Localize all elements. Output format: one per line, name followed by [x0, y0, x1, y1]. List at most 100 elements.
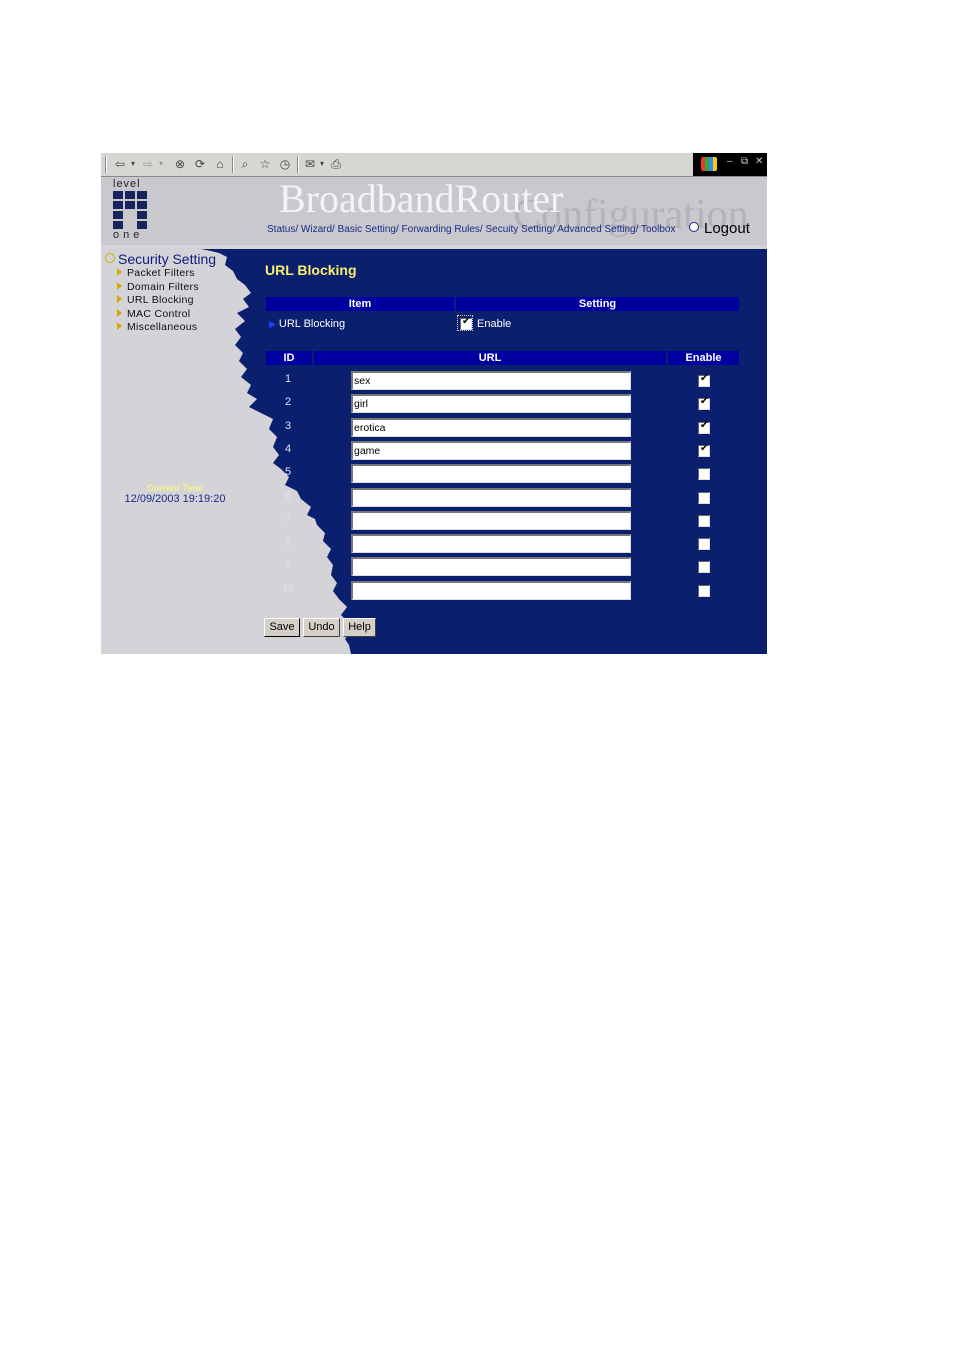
sidebar-title[interactable]: Security Setting [105, 251, 265, 267]
nav-forwarding-rules[interactable]: Forwarding Rules/ [402, 224, 483, 235]
url-enable-checkbox[interactable] [698, 561, 710, 574]
save-button[interactable]: Save [264, 618, 300, 637]
sidebar: Security Setting Packet Filters Domain F… [105, 251, 265, 335]
url-input[interactable] [351, 510, 631, 530]
levelone-logo: level one [113, 179, 153, 241]
close-icon[interactable]: ✕ [755, 156, 763, 167]
nav-basic-setting[interactable]: Basic Setting/ [338, 224, 399, 235]
nav-security-setting[interactable]: Secuity Setting/ [485, 224, 554, 235]
url-enable-checkbox[interactable] [698, 584, 710, 597]
settings-row-item: ▶ URL Blocking [269, 318, 345, 330]
blue-arrow-icon: ▶ [269, 319, 276, 329]
stop-icon[interactable]: ⊗ [173, 156, 187, 172]
url-blocking-enable-checkbox[interactable] [460, 316, 472, 330]
search-icon[interactable]: ⌕ [238, 156, 252, 172]
toolbar-separator [232, 156, 234, 173]
sidebar-item-label: Packet Filters [127, 267, 195, 279]
url-header-id: ID [266, 351, 312, 365]
url-enable-checkbox[interactable] [698, 420, 710, 434]
sidebar-item-miscellaneous[interactable]: Miscellaneous [105, 321, 265, 335]
logout-link[interactable]: Logout [689, 220, 750, 237]
sidebar-item-label: Domain Filters [127, 280, 199, 293]
url-input[interactable] [351, 580, 631, 600]
url-input[interactable] [351, 487, 631, 507]
arrow-right-icon [117, 281, 122, 290]
browser-toolbar: ⇦ ▾ ⇨ ▾ ⊗ ⟳ ⌂ ⌕ ☆ ◷ ✉ ▾ ⎙ – ⧉ ✕ [101, 153, 767, 177]
mail-dropdown-icon[interactable]: ▾ [318, 156, 326, 172]
logo-grid [113, 191, 149, 229]
url-input[interactable]: erotica [351, 417, 631, 437]
url-input[interactable]: game [351, 440, 631, 460]
undo-button[interactable]: Undo [303, 618, 340, 637]
nav-advanced-setting[interactable]: Advanced Setting/ [557, 224, 638, 235]
url-input[interactable]: girl [351, 394, 631, 414]
url-input[interactable] [351, 557, 631, 577]
nav-toolbox[interactable]: Toolbox [641, 224, 675, 235]
forward-icon[interactable]: ⇨ [141, 156, 155, 172]
minimize-icon[interactable]: – [727, 156, 733, 167]
logo-text-level: level [113, 178, 141, 190]
sidebar-item-mac-control[interactable]: MAC Control [105, 308, 265, 322]
url-row-id: 6 [284, 489, 292, 502]
sidebar-title-label: Security Setting [118, 251, 217, 267]
url-row-id: 1 [284, 373, 292, 385]
settings-header-item: Item [266, 297, 454, 311]
current-time: Current Time 12/09/2003 19:19:20 [119, 483, 231, 505]
router-header: level one Configuration BroadbandRouter … [101, 176, 767, 245]
help-button[interactable]: Help [343, 618, 376, 637]
sidebar-item-label: MAC Control [127, 307, 191, 320]
url-enable-checkbox[interactable] [698, 514, 710, 527]
arrow-right-icon [117, 322, 122, 330]
top-nav: Status/ Wizard/ Basic Setting/ Forwardin… [267, 224, 675, 235]
url-header-url: URL [314, 351, 666, 365]
url-enable-checkbox[interactable] [698, 491, 710, 504]
content-area: Security Setting Packet Filters Domain F… [101, 249, 767, 654]
arrow-right-icon [117, 308, 122, 317]
current-time-value: 12/09/2003 19:19:20 [124, 493, 226, 505]
current-time-label: Current Time [147, 483, 203, 493]
back-icon[interactable]: ⇦ [113, 156, 127, 172]
window-controls: – ⧉ ✕ [693, 153, 767, 176]
settings-row-item-label: URL Blocking [278, 318, 346, 330]
sidebar-item-label: URL Blocking [127, 294, 194, 306]
back-dropdown-icon[interactable]: ▾ [129, 156, 137, 172]
url-input[interactable]: sex [351, 371, 631, 390]
url-input[interactable] [351, 464, 631, 484]
arrow-right-icon [117, 295, 122, 303]
url-row-id: 7 [284, 512, 292, 525]
url-enable-checkbox[interactable] [698, 396, 710, 411]
logout-label: Logout [704, 220, 750, 237]
url-enable-checkbox[interactable] [698, 443, 710, 457]
mail-icon[interactable]: ✉ [303, 156, 317, 172]
check-circle-icon [105, 253, 115, 263]
home-icon[interactable]: ⌂ [213, 156, 227, 172]
nav-wizard[interactable]: Wizard/ [301, 224, 335, 235]
url-enable-checkbox[interactable] [698, 468, 710, 481]
logout-radio-icon [689, 222, 699, 232]
forward-dropdown-icon[interactable]: ▾ [157, 156, 165, 172]
brand-title: BroadbandRouter [279, 176, 564, 221]
url-header-enable: Enable [668, 351, 739, 365]
url-enable-checkbox[interactable] [698, 373, 710, 387]
history-icon[interactable]: ◷ [278, 156, 292, 172]
url-blocking-enable-label: Enable [477, 318, 512, 330]
sidebar-item-packet-filters[interactable]: Packet Filters [105, 267, 265, 281]
print-icon[interactable]: ⎙ [329, 156, 343, 172]
url-row-id: 9 [284, 559, 292, 572]
sidebar-item-url-blocking[interactable]: URL Blocking [105, 294, 265, 308]
url-input[interactable] [351, 534, 631, 554]
url-row-id: 10 [281, 582, 295, 595]
favorites-icon[interactable]: ☆ [258, 156, 272, 172]
toolbar-separator [105, 156, 107, 173]
settings-header-setting: Setting [456, 297, 739, 311]
sidebar-item-domain-filters[interactable]: Domain Filters [105, 281, 265, 295]
url-row-id: 8 [284, 536, 292, 549]
url-enable-checkbox[interactable] [698, 538, 710, 551]
browser-window: ⇦ ▾ ⇨ ▾ ⊗ ⟳ ⌂ ⌕ ☆ ◷ ✉ ▾ ⎙ – ⧉ ✕ level on… [101, 153, 767, 654]
url-row-id: 2 [284, 396, 292, 409]
url-row-id: 4 [284, 442, 292, 455]
refresh-icon[interactable]: ⟳ [193, 156, 207, 172]
toolbar-separator [297, 156, 299, 173]
nav-status[interactable]: Status/ [267, 224, 298, 235]
restore-icon[interactable]: ⧉ [741, 156, 748, 167]
